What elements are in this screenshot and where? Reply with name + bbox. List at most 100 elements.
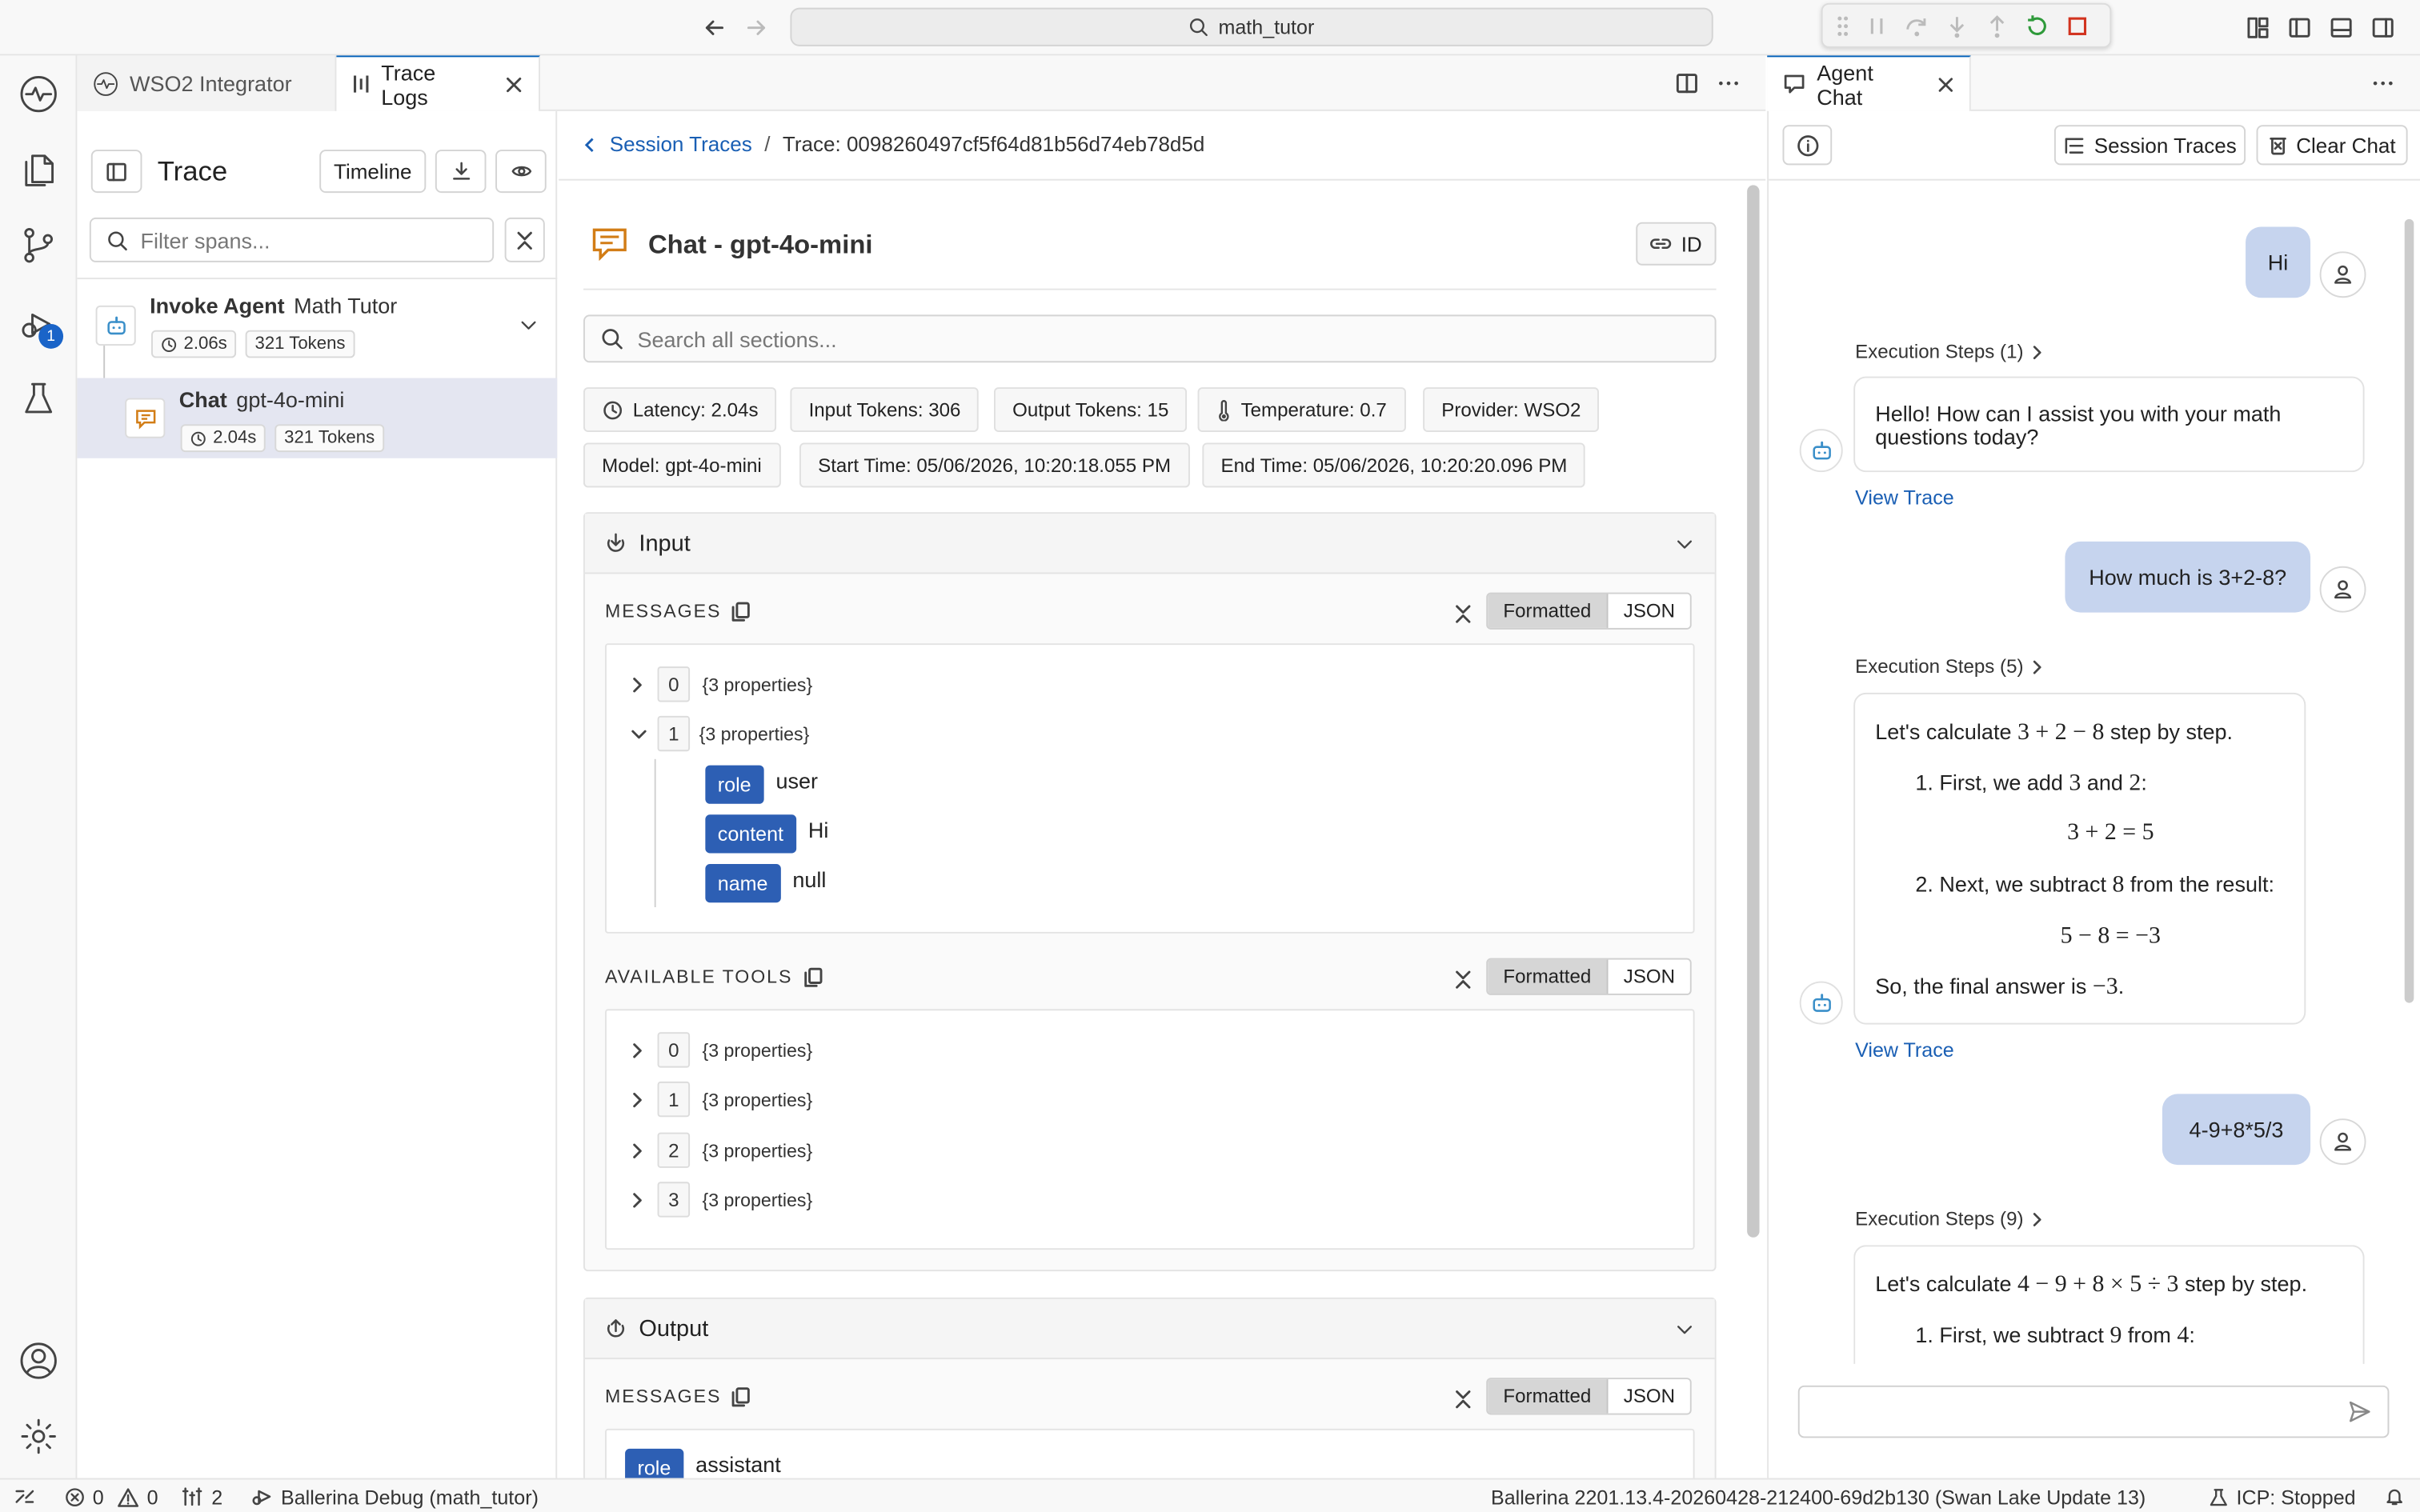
ports-indicator[interactable]: 2	[181, 1479, 222, 1512]
chevron-down-icon[interactable]	[1674, 1319, 1694, 1339]
collapse-icon[interactable]	[1454, 1389, 1472, 1410]
tree-row[interactable]: 2 {3 properties}	[630, 1132, 812, 1168]
reply-intro: Let's calculate 4 − 9 + 8 × 5 ÷ 3 step b…	[1875, 1271, 2308, 1298]
step-over-icon[interactable]	[1903, 13, 1931, 38]
step-out-icon[interactable]	[1983, 13, 2011, 38]
json-button[interactable]: JSON	[1608, 959, 1691, 994]
chevron-down-icon[interactable]	[519, 314, 539, 334]
wso2-integrator-icon[interactable]	[18, 74, 58, 114]
tree-row-expanded[interactable]: 1 {3 properties}	[630, 715, 810, 752]
download-button[interactable]	[435, 150, 487, 194]
collapse-icon[interactable]	[1454, 969, 1472, 990]
close-icon[interactable]	[505, 75, 523, 94]
execution-steps-toggle[interactable]: Execution Steps (1)	[1855, 341, 2043, 362]
formatted-button[interactable]: Formatted	[1488, 594, 1609, 628]
step-into-icon[interactable]	[1943, 13, 1971, 38]
span-row-selected[interactable]: Chat gpt-4o-mini 2.04s 321 Tokens	[77, 378, 558, 458]
copy-icon[interactable]	[732, 601, 751, 621]
manage-gear-icon[interactable]	[18, 1416, 58, 1456]
span-row[interactable]: Invoke Agent Math Tutor 2.06s 321 Tokens	[77, 281, 557, 377]
chat-scrollbar-thumb[interactable]	[2404, 218, 2414, 1003]
pause-icon[interactable]	[1863, 13, 1891, 38]
back-arrow-icon[interactable]	[702, 15, 727, 40]
tree-row[interactable]: 0 {3 properties}	[630, 1032, 812, 1068]
view-trace-link[interactable]: View Trace	[1855, 1038, 1954, 1062]
forward-arrow-icon[interactable]	[744, 15, 769, 40]
tree-row[interactable]: 1 {3 properties}	[630, 1081, 812, 1118]
output-section-header[interactable]: Output	[584, 1298, 1715, 1360]
copy-icon[interactable]	[803, 966, 822, 986]
error-icon	[66, 1487, 84, 1506]
input-tokens-pill: Input Tokens: 306	[790, 387, 980, 432]
json-button[interactable]: JSON	[1608, 594, 1691, 628]
tab-agent-chat[interactable]: Agent Chat	[1767, 55, 1971, 111]
customize-layout-icon[interactable]	[2246, 15, 2270, 40]
tree-row[interactable]: 0 {3 properties}	[630, 666, 812, 702]
toggle-primary-sidebar-icon[interactable]	[2287, 15, 2312, 40]
agent-chat-panel: Session Traces Clear Chat Hi Execution S…	[1767, 110, 2420, 1478]
explorer-icon[interactable]	[18, 150, 58, 190]
info-button[interactable]	[1782, 125, 1833, 166]
source-control-icon[interactable]	[18, 226, 58, 266]
clear-chat-button[interactable]: Clear Chat	[2256, 125, 2408, 166]
account-icon[interactable]	[18, 1341, 58, 1381]
toggle-panel-icon[interactable]	[2329, 15, 2354, 40]
icp-status[interactable]: ICP: Stopped	[2209, 1479, 2356, 1512]
chat-message-input[interactable]	[1797, 1385, 2390, 1438]
notifications-indicator[interactable]	[2385, 1479, 2405, 1512]
json-button[interactable]: JSON	[1608, 1379, 1691, 1414]
agent-avatar	[1799, 981, 1843, 1025]
ballerina-version[interactable]: Ballerina 2201.13.4-20260428-212400-69d2…	[1491, 1479, 2146, 1512]
testing-icon[interactable]	[18, 379, 58, 419]
restart-icon[interactable]	[2023, 13, 2051, 38]
chevron-right-icon[interactable]	[630, 1190, 645, 1209]
view-trace-link[interactable]: View Trace	[1855, 486, 1954, 509]
chevron-right-icon[interactable]	[630, 675, 645, 694]
tree-row[interactable]: 3 {3 properties}	[630, 1182, 812, 1218]
debug-session-indicator[interactable]: Ballerina Debug (math_tutor)	[250, 1479, 539, 1512]
send-icon[interactable]	[2347, 1399, 2372, 1424]
timeline-button[interactable]: Timeline	[319, 150, 427, 194]
visibility-button[interactable]	[495, 150, 547, 194]
formatted-button[interactable]: Formatted	[1488, 959, 1609, 994]
stop-icon[interactable]	[2063, 13, 2091, 38]
scrollbar-thumb[interactable]	[1747, 185, 1760, 1238]
chevron-down-icon[interactable]	[1674, 534, 1694, 554]
problems-indicator[interactable]: 0 0	[65, 1479, 158, 1512]
link-icon	[1650, 238, 1672, 250]
chevron-right-icon[interactable]	[630, 1141, 645, 1159]
drag-handle-icon[interactable]	[1835, 13, 1850, 38]
tab-wso2-integrator[interactable]: WSO2 Integrator	[77, 55, 337, 111]
collapse-icon[interactable]	[1454, 603, 1472, 625]
breadcrumb-session-traces[interactable]: Session Traces	[610, 133, 752, 156]
remote-indicator[interactable]	[14, 1479, 35, 1512]
split-editor-icon[interactable]	[1674, 71, 1699, 96]
chevron-left-icon[interactable]	[582, 135, 597, 154]
execution-steps-toggle[interactable]: Execution Steps (9)	[1855, 1208, 2043, 1230]
collapse-all-button[interactable]	[504, 217, 545, 262]
chevron-down-icon[interactable]	[630, 726, 648, 741]
input-section-header[interactable]: Input	[584, 514, 1715, 574]
toggle-secondary-sidebar-icon[interactable]	[2370, 15, 2395, 40]
command-center-search[interactable]: math_tutor	[790, 7, 1713, 46]
chevron-right-icon[interactable]	[630, 1090, 645, 1109]
copy-id-button[interactable]: ID	[1636, 222, 1717, 266]
session-traces-button[interactable]: Session Traces	[2053, 125, 2246, 166]
chat-more-actions-icon[interactable]	[2370, 71, 2395, 96]
toggle-tree-button[interactable]	[90, 150, 142, 194]
tab-label: WSO2 Integrator	[129, 70, 292, 96]
index-badge: 1	[657, 1081, 691, 1118]
properties-summary: {3 properties}	[699, 722, 810, 745]
more-actions-icon[interactable]	[1717, 71, 1741, 96]
chevron-right-icon[interactable]	[630, 1041, 645, 1059]
close-icon[interactable]	[1937, 75, 1954, 94]
tab-trace-logs[interactable]: Trace Logs	[336, 55, 540, 111]
filter-spans-input[interactable]: Filter spans...	[89, 217, 495, 262]
property-value: user	[775, 767, 818, 793]
formatted-button[interactable]: Formatted	[1488, 1379, 1609, 1414]
copy-icon[interactable]	[732, 1386, 751, 1406]
execution-steps-toggle[interactable]: Execution Steps (5)	[1855, 656, 2043, 678]
thermometer-icon	[1219, 399, 1229, 421]
search-sections-input[interactable]: Search all sections...	[583, 314, 1717, 363]
debug-badge: 1	[38, 323, 64, 349]
